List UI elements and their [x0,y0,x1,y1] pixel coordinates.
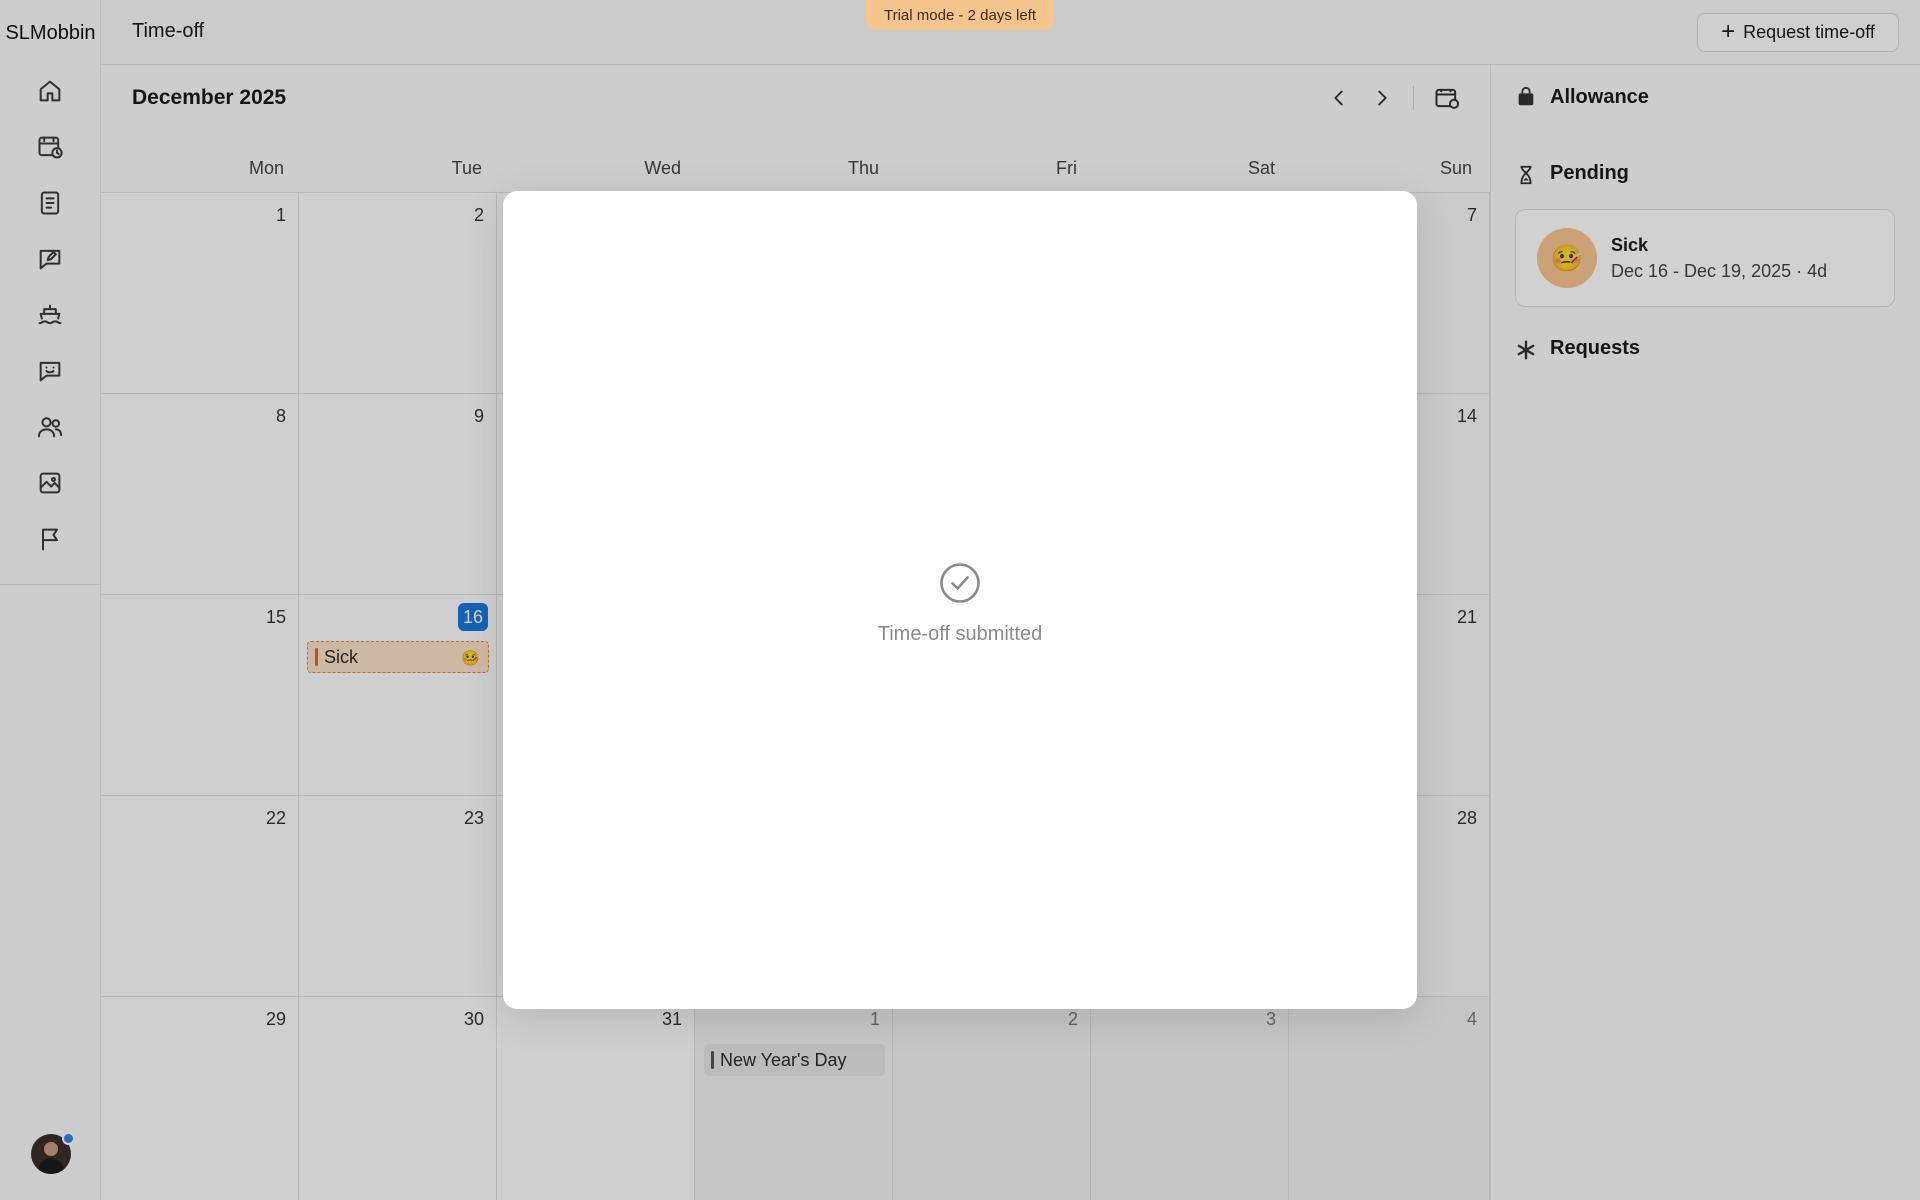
success-modal: Time-off submitted [503,191,1417,1009]
app-root: Time-off + Request time-off SLMobbin Dec… [0,0,1920,1200]
success-message: Time-off submitted [877,623,1043,645]
trial-badge: Trial mode - 2 days left [866,0,1054,30]
check-circle-icon [939,562,981,604]
